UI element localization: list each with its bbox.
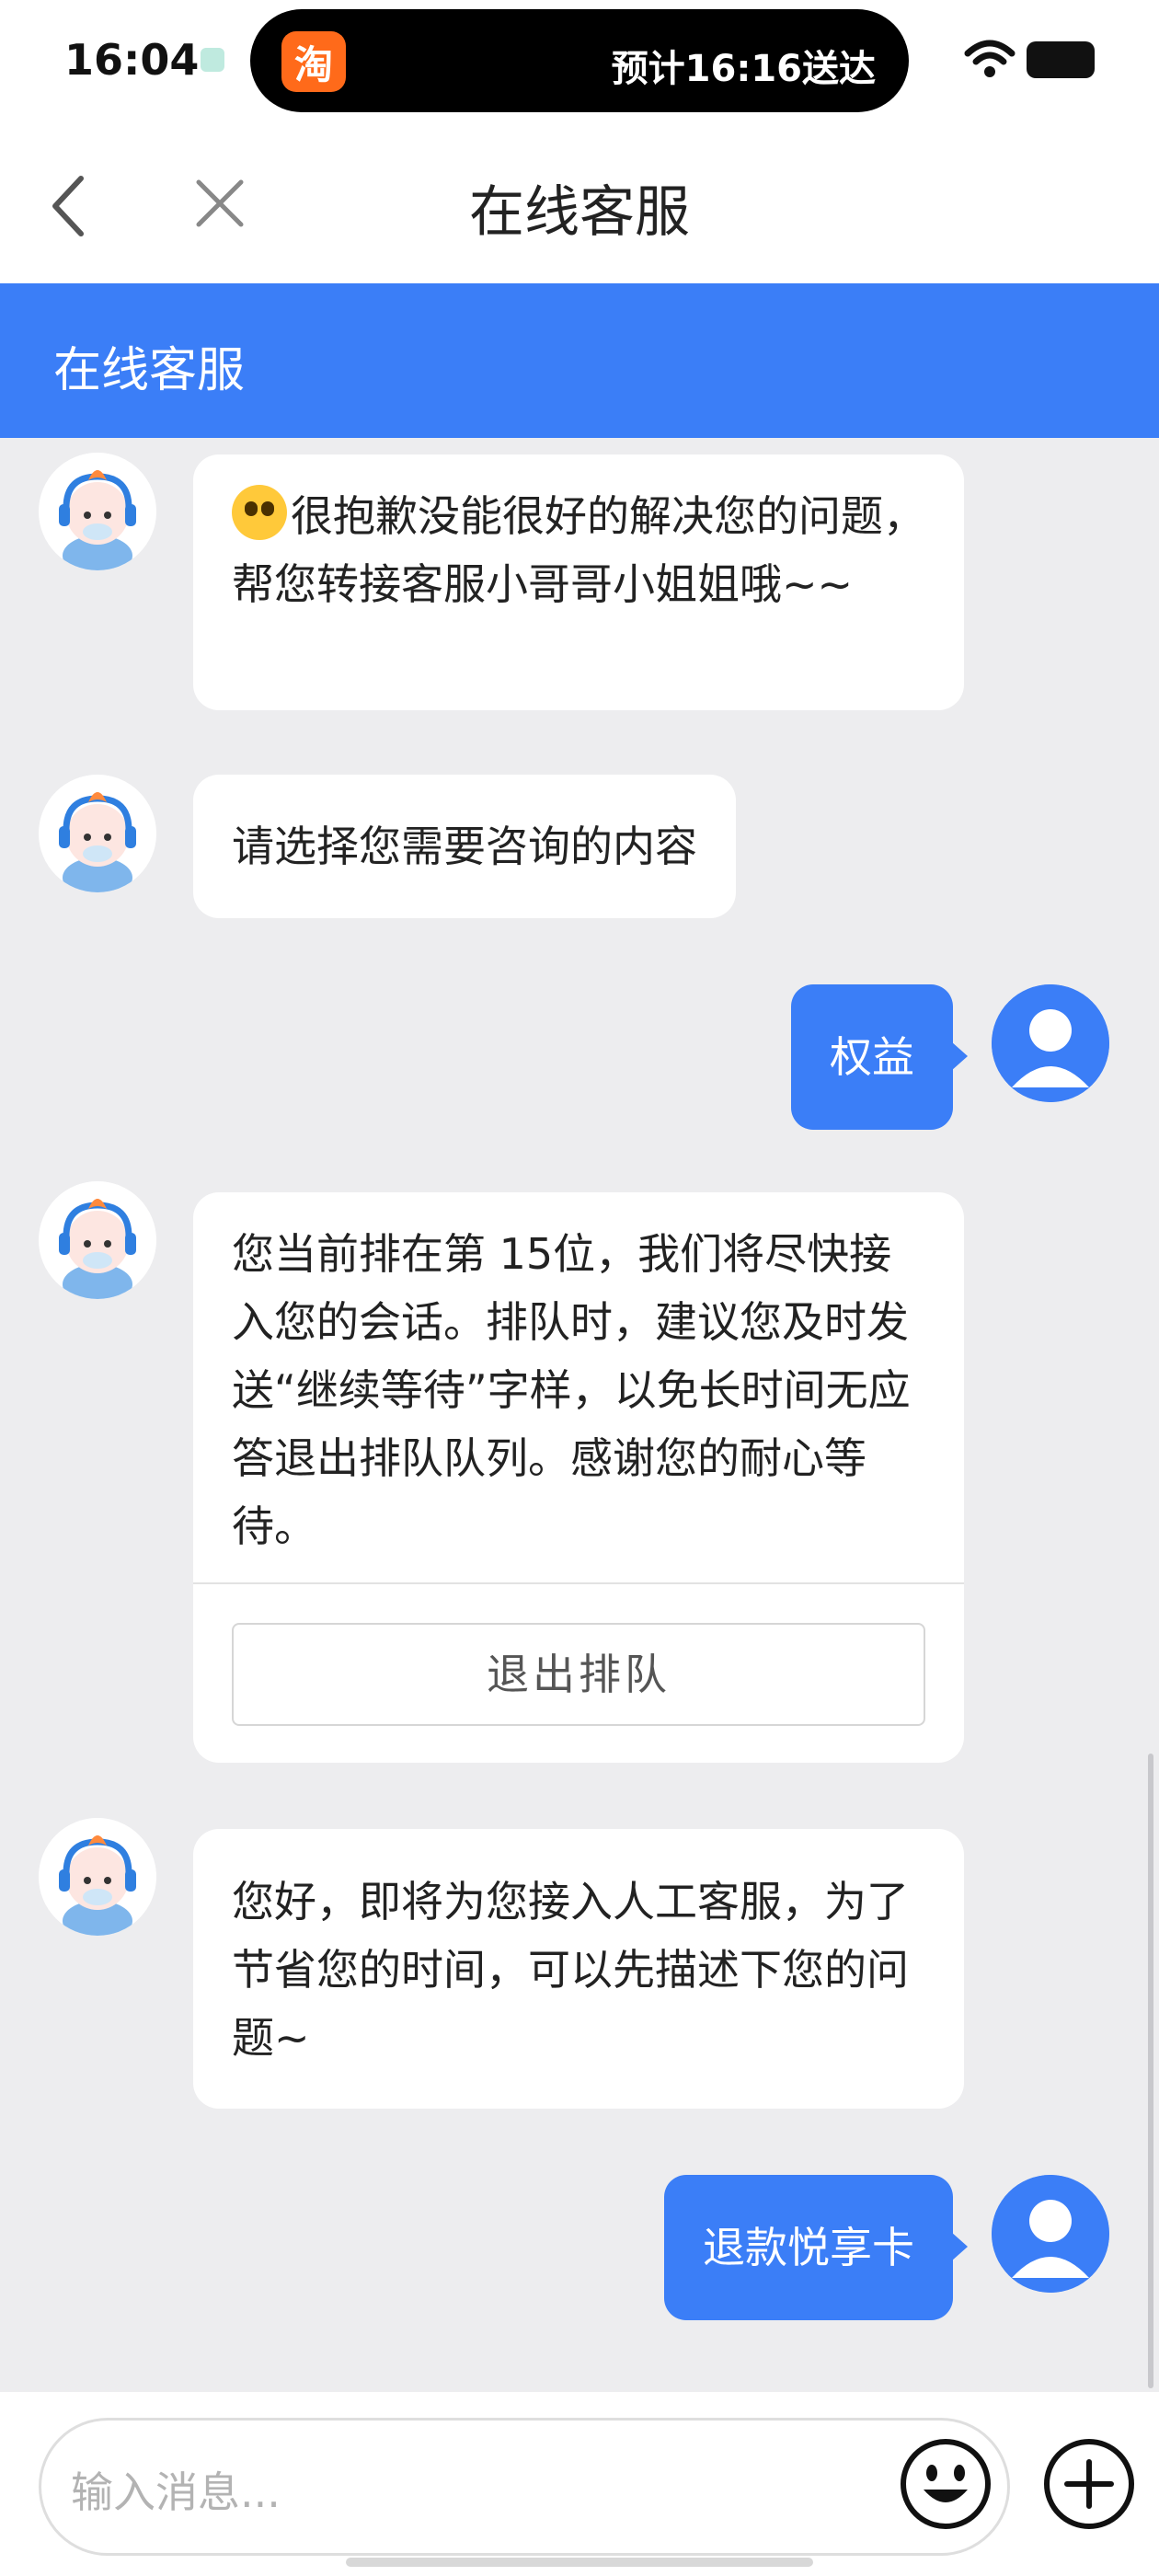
exit-queue-button[interactable]: 退出排队 (232, 1623, 925, 1726)
bubble-divider (193, 1582, 964, 1584)
notification-app-icon (201, 48, 224, 72)
page-title: 在线客服 (469, 180, 690, 245)
message-text: 请选择您需要咨询的内容 (232, 822, 697, 871)
status-time: 16:04 (64, 35, 200, 85)
delivery-eta: 预计16:16送达 (611, 48, 876, 90)
message-text: 权益 (830, 1032, 914, 1082)
home-indicator (346, 2558, 813, 2567)
message-bubble: 很抱歉没能很好的解决您的问题，帮您转接客服小哥哥小姐姐哦~~ (193, 454, 964, 710)
status-bar: 16:04 淘 预计16:16送达 (0, 0, 1159, 129)
bot-avatar (39, 1181, 156, 1299)
plus-icon[interactable] (1041, 2436, 1137, 2532)
service-header: 在线客服 (0, 283, 1159, 438)
message-text: 退款悦享卡 (703, 2223, 914, 2272)
message-text: 很抱歉没能很好的解决您的问题，帮您转接客服小哥哥小姐姐哦~~ (232, 491, 925, 609)
message-text: 您当前排在第 15位，我们将尽快接入您的会话。排队时，建议您及时发送“继续等待”… (232, 1229, 911, 1551)
user-avatar (992, 984, 1109, 1102)
chat-message-list[interactable]: 很抱歉没能很好的解决您的问题，帮您转接客服小哥哥小姐姐哦~~ 请选择您需要咨询的… (0, 438, 1159, 2392)
service-header-title: 在线客服 (53, 343, 246, 398)
bot-avatar (39, 775, 156, 892)
bot-avatar (39, 453, 156, 570)
user-message-bubble: 权益 (791, 984, 968, 1130)
message-bubble: 您好，即将为您接入人工客服，为了节省您的时间，可以先描述下您的问题~ (193, 1829, 964, 2109)
battery-icon (1027, 41, 1095, 78)
message-input-placeholder: 输入消息... (71, 2467, 281, 2517)
chat-scrollbar[interactable] (1148, 1754, 1153, 2388)
queue-message-bubble: 您当前排在第 15位，我们将尽快接入您的会话。排队时，建议您及时发送“继续等待”… (193, 1192, 964, 1763)
bot-avatar (39, 1818, 156, 1936)
user-message-bubble: 退款悦享卡 (664, 2175, 968, 2320)
taobao-app-icon: 淘 (281, 31, 346, 92)
user-avatar (992, 2175, 1109, 2293)
nav-bar: 在线客服 (0, 129, 1159, 283)
smiley-icon[interactable] (898, 2436, 993, 2532)
wifi-icon (964, 40, 1016, 77)
dynamic-island[interactable]: 淘 预计16:16送达 (250, 9, 909, 112)
message-text: 您好，即将为您接入人工客服，为了节省您的时间，可以先描述下您的问题~ (232, 1877, 909, 2063)
message-bubble: 请选择您需要咨询的内容 (193, 775, 736, 918)
message-input[interactable]: 输入消息... (39, 2418, 1010, 2556)
flushed-face-emoji (232, 485, 287, 540)
